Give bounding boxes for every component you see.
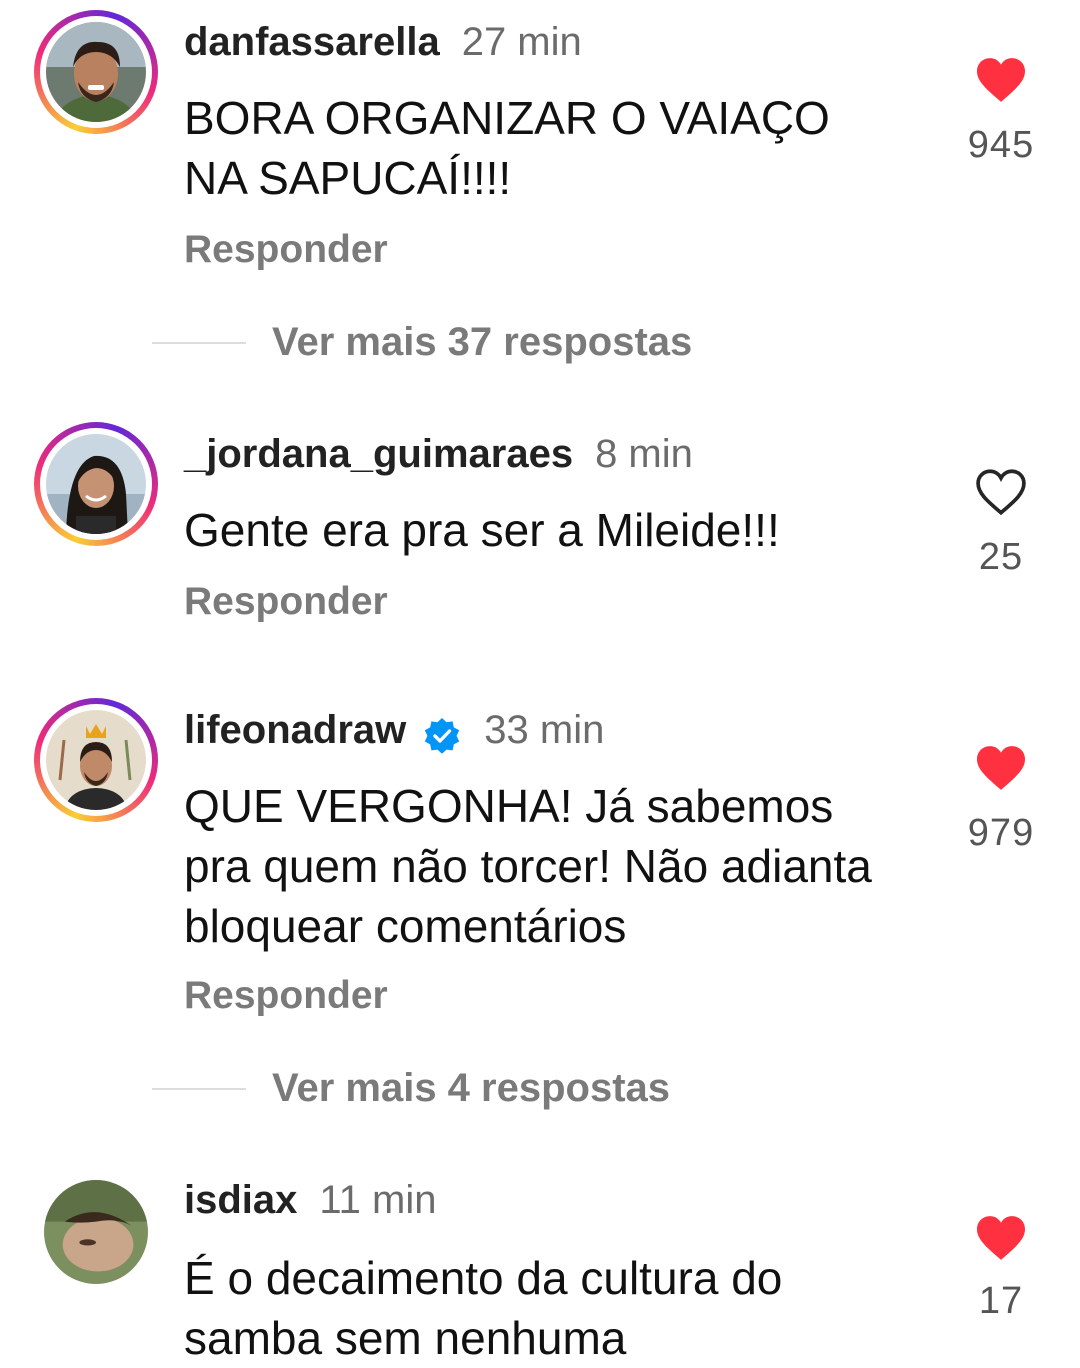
comment-username[interactable]: danfassarella bbox=[184, 20, 440, 64]
comment-text: QUE VERGONHA! Já sabemos pra quem não to… bbox=[184, 780, 872, 952]
view-more-replies[interactable]: Ver mais 37 respostas bbox=[152, 320, 692, 365]
view-more-label[interactable]: Ver mais 37 respostas bbox=[272, 320, 692, 365]
comment-time: 11 min bbox=[319, 1178, 437, 1222]
like-count: 979 bbox=[967, 812, 1035, 854]
avatar-story-ring[interactable] bbox=[34, 698, 158, 822]
avatar[interactable] bbox=[46, 22, 146, 122]
avatar-story-ring[interactable] bbox=[34, 10, 158, 134]
view-more-replies[interactable]: Ver mais 4 respostas bbox=[152, 1066, 670, 1111]
avatar[interactable] bbox=[46, 434, 146, 534]
divider bbox=[152, 341, 246, 344]
heart-outline-icon[interactable] bbox=[974, 468, 1028, 516]
like-count: 945 bbox=[967, 124, 1035, 166]
comment-time: 8 min bbox=[595, 432, 693, 476]
heart-filled-icon[interactable] bbox=[974, 744, 1028, 792]
heart-filled-icon[interactable] bbox=[974, 56, 1028, 104]
comment-username[interactable]: _jordana_guimaraes bbox=[184, 432, 573, 476]
comment-text: Gente era pra ser a Mileide!!! bbox=[184, 504, 780, 556]
divider bbox=[152, 1087, 246, 1090]
comment-text: BORA ORGANIZAR O VAIAÇO NA SAPUCAÍ!!!! bbox=[184, 92, 830, 204]
reply-button[interactable]: Responder bbox=[184, 228, 388, 272]
comment-username[interactable]: lifeonadraw bbox=[184, 708, 406, 752]
reply-button[interactable]: Responder bbox=[184, 580, 388, 624]
comment-time: 27 min bbox=[461, 20, 582, 64]
reply-button[interactable]: Responder bbox=[184, 974, 388, 1018]
avatar[interactable] bbox=[46, 710, 146, 810]
avatar-story-ring[interactable] bbox=[34, 422, 158, 546]
view-more-label[interactable]: Ver mais 4 respostas bbox=[272, 1066, 670, 1111]
like-count: 17 bbox=[978, 1280, 1024, 1322]
heart-filled-icon[interactable] bbox=[974, 1214, 1028, 1262]
like-count: 25 bbox=[978, 536, 1024, 578]
avatar[interactable] bbox=[44, 1180, 148, 1284]
comment-text: É o decaimento da cultura do samba sem n… bbox=[184, 1252, 783, 1364]
comment-time: 33 min bbox=[484, 708, 605, 752]
comment-username[interactable]: isdiax bbox=[184, 1178, 297, 1222]
verified-badge-icon bbox=[425, 717, 460, 754]
